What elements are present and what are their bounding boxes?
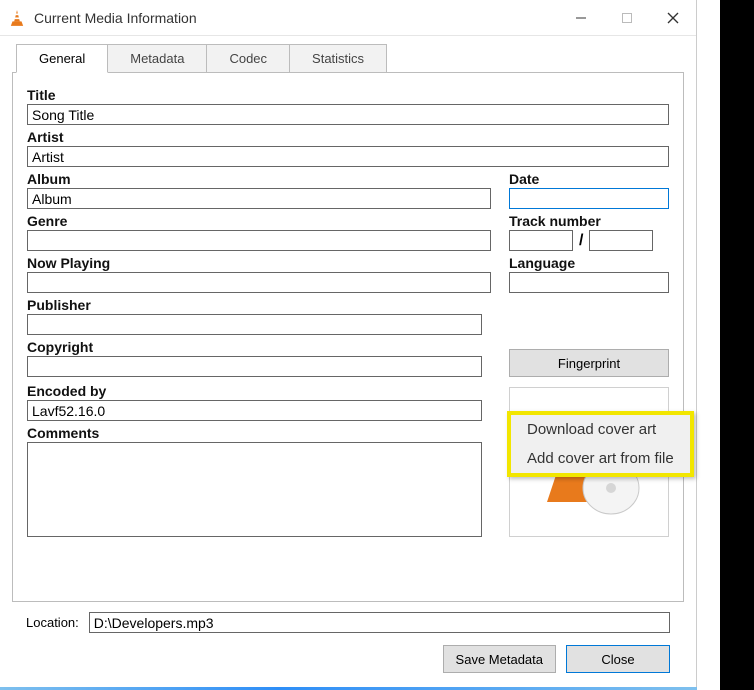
maximize-icon [621, 12, 633, 24]
nowplaying-label: Now Playing [27, 255, 491, 271]
album-label: Album [27, 171, 491, 187]
context-add-cover-from-file[interactable]: Add cover art from file [511, 444, 690, 473]
title-label: Title [27, 87, 669, 103]
nowplaying-input[interactable] [27, 272, 491, 293]
artist-label: Artist [27, 129, 669, 145]
publisher-input[interactable] [27, 314, 482, 335]
black-strip [720, 0, 754, 690]
track-label: Track number [509, 213, 669, 229]
title-input[interactable] [27, 104, 669, 125]
copyright-input[interactable] [27, 356, 482, 377]
close-dialog-button[interactable]: Close [566, 645, 670, 673]
genre-label: Genre [27, 213, 491, 229]
publisher-label: Publisher [27, 297, 491, 313]
comments-label: Comments [27, 425, 491, 441]
close-button[interactable] [650, 0, 696, 35]
location-label: Location: [26, 615, 79, 630]
location-input[interactable] [89, 612, 670, 633]
tab-general[interactable]: General [16, 44, 108, 73]
close-icon [667, 12, 679, 24]
tab-statistics[interactable]: Statistics [289, 44, 387, 73]
artist-input[interactable] [27, 146, 669, 167]
tab-strip: General Metadata Codec Statistics [12, 44, 684, 73]
date-label: Date [509, 171, 669, 187]
window-title: Current Media Information [34, 10, 558, 26]
window-root: Current Media Information General Metada… [0, 0, 697, 690]
language-input[interactable] [509, 272, 669, 293]
window-controls [558, 0, 696, 35]
encodedby-label: Encoded by [27, 383, 491, 399]
client-area: General Metadata Codec Statistics Title … [0, 36, 696, 687]
vlc-logo-icon [8, 9, 26, 27]
context-download-cover[interactable]: Download cover art [511, 415, 690, 444]
save-metadata-button[interactable]: Save Metadata [443, 645, 556, 673]
date-input[interactable] [509, 188, 669, 209]
fingerprint-button[interactable]: Fingerprint [509, 349, 669, 377]
track-total-input[interactable] [589, 230, 653, 251]
maximize-button[interactable] [604, 0, 650, 35]
tab-content-general: Title Artist Album Date Genre [12, 72, 684, 602]
encodedby-input[interactable] [27, 400, 482, 421]
minimize-button[interactable] [558, 0, 604, 35]
bottom-bar: Location: Save Metadata Close [12, 602, 684, 683]
language-label: Language [509, 255, 669, 271]
track-separator: / [579, 232, 583, 250]
comments-input[interactable] [27, 442, 482, 537]
tab-codec[interactable]: Codec [206, 44, 290, 73]
track-number-input[interactable] [509, 230, 573, 251]
cover-art-context-menu: Download cover art Add cover art from fi… [507, 411, 694, 477]
minimize-icon [575, 12, 587, 24]
title-bar: Current Media Information [0, 0, 696, 36]
album-input[interactable] [27, 188, 491, 209]
tab-metadata[interactable]: Metadata [107, 44, 207, 73]
copyright-label: Copyright [27, 339, 491, 355]
genre-input[interactable] [27, 230, 491, 251]
